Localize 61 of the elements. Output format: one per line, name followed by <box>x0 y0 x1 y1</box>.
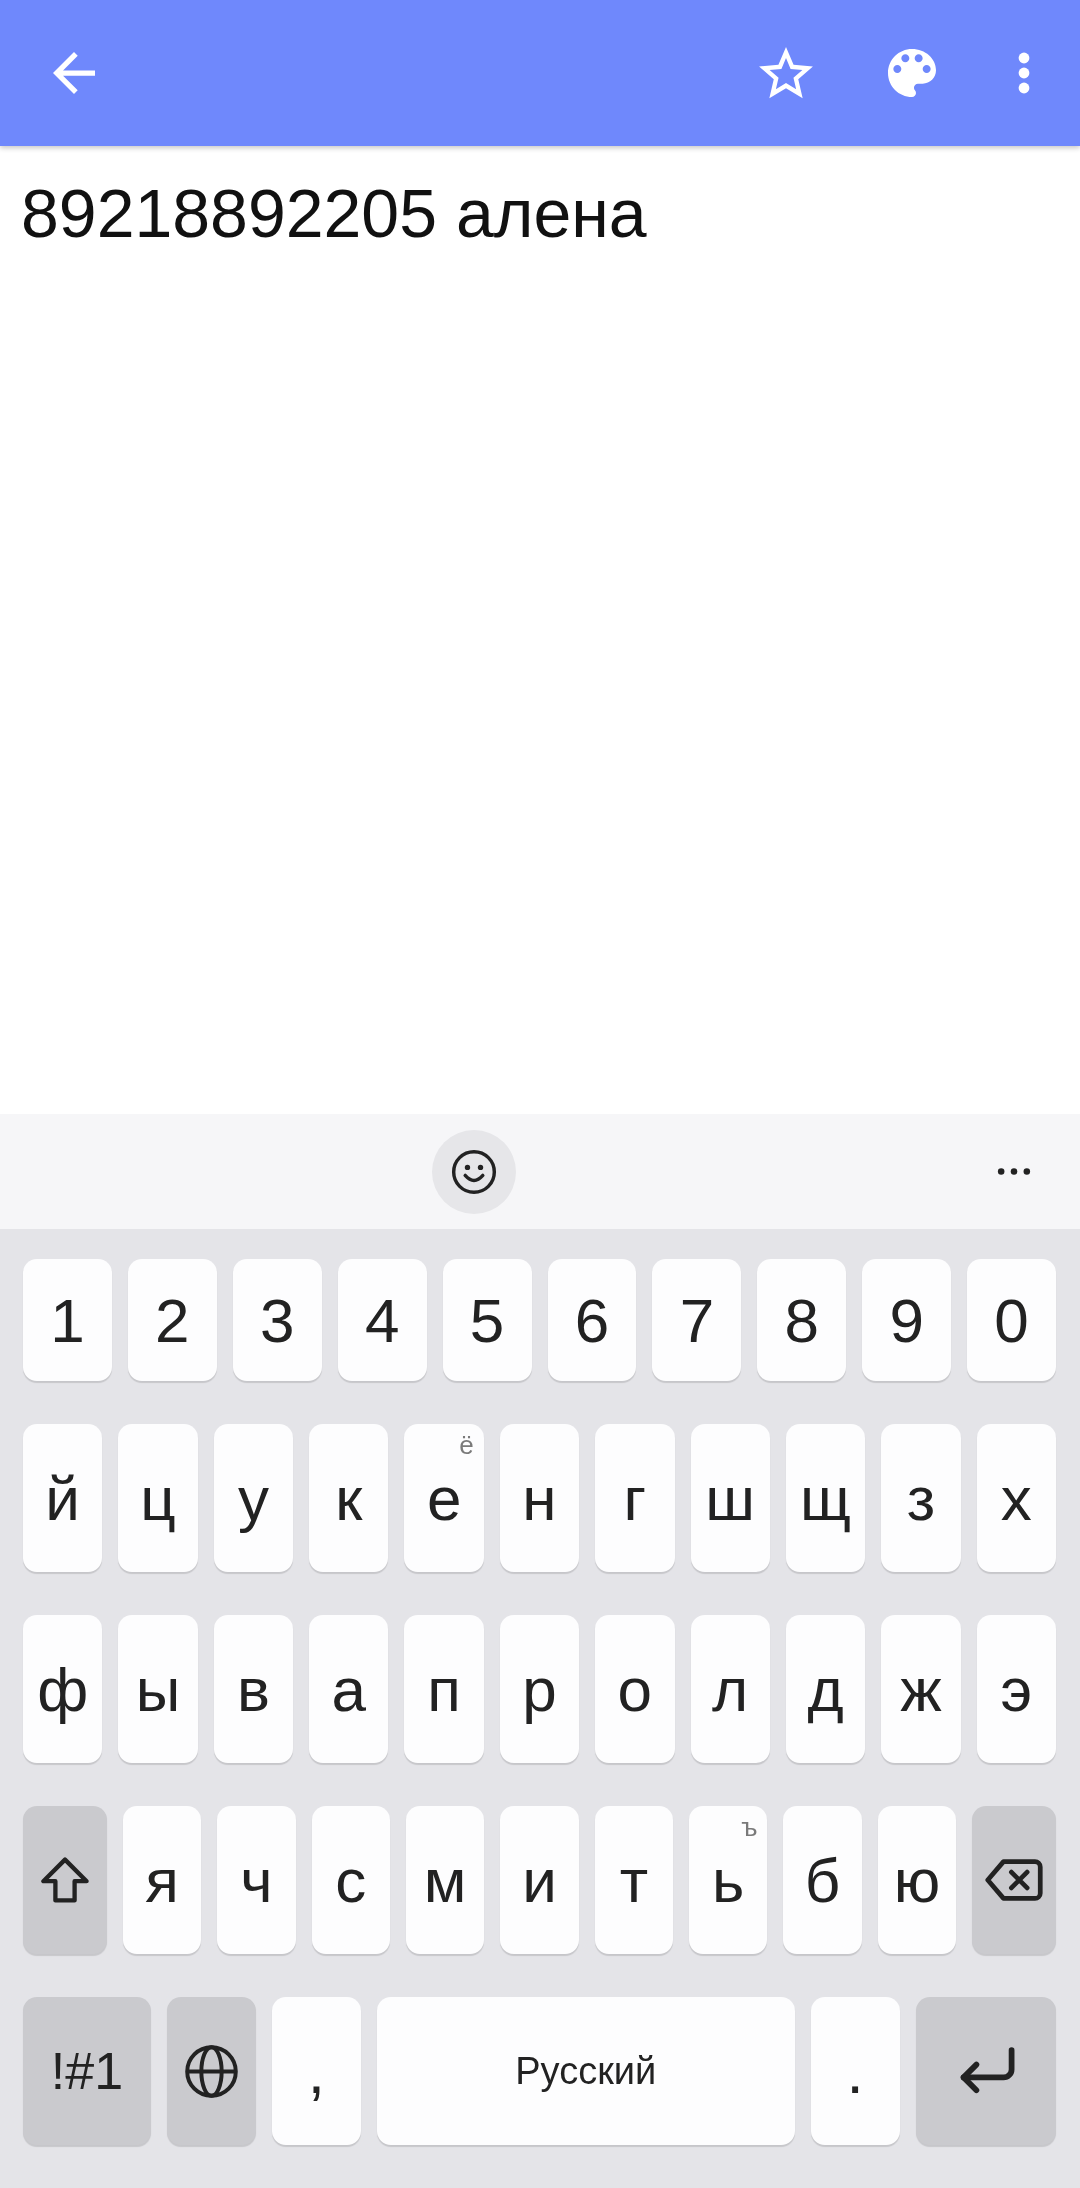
keyboard-key[interactable]: з <box>881 1424 961 1572</box>
smiley-icon <box>451 1149 497 1195</box>
keyboard-key[interactable]: а <box>309 1615 389 1763</box>
keyboard-key[interactable]: ё е <box>404 1424 484 1572</box>
keyboard-key[interactable]: н <box>499 1424 580 1572</box>
keyboard-key[interactable]: 3 <box>232 1259 322 1381</box>
keyboard-key[interactable]: б <box>783 1806 862 1954</box>
palette-icon[interactable] <box>888 49 936 97</box>
keyboard-key[interactable]: х <box>976 1424 1056 1572</box>
keyboard-key[interactable]: 7 <box>652 1259 742 1381</box>
keyboard-key[interactable]: я <box>122 1806 202 1954</box>
keyboard-key[interactable]: в <box>213 1615 294 1763</box>
backspace-icon <box>985 1859 1043 1901</box>
keyboard-key[interactable]: ж <box>881 1615 961 1763</box>
star-icon[interactable] <box>759 47 813 99</box>
keyboard-key[interactable]: с <box>311 1806 390 1954</box>
keyboard-key[interactable]: м <box>405 1806 485 1954</box>
alternate-letter: ъ <box>741 1814 758 1840</box>
three-dots-icon[interactable] <box>997 1168 1031 1175</box>
keyboard-key[interactable]: 1 <box>23 1259 112 1381</box>
backspace-key[interactable] <box>972 1806 1056 1954</box>
keyboard-key[interactable]: 5 <box>442 1259 532 1381</box>
keyboard-key[interactable]: ш <box>690 1424 770 1572</box>
keyboard-key[interactable]: и <box>500 1806 579 1954</box>
keyboard-key[interactable]: 0 <box>967 1259 1057 1381</box>
keyboard-key[interactable]: р <box>499 1615 580 1763</box>
keyboard-key[interactable]: л <box>690 1615 770 1763</box>
keyboard-key[interactable]: ю <box>877 1806 957 1954</box>
keyboard-key[interactable]: ы <box>118 1615 198 1763</box>
enter-key[interactable] <box>915 1997 1056 2145</box>
keyboard-key[interactable]: ф <box>23 1615 103 1763</box>
keyboard-key[interactable]: 9 <box>862 1259 952 1381</box>
keyboard-key[interactable]: о <box>595 1615 675 1763</box>
keyboard-key[interactable]: 4 <box>337 1259 427 1381</box>
keyboard-key[interactable]: ц <box>118 1424 198 1572</box>
keyboard-key[interactable]: щ <box>785 1424 866 1572</box>
keyboard-key[interactable]: ч <box>217 1806 296 1954</box>
space-key[interactable]: Русский <box>376 1997 795 2145</box>
three-dots-icon[interactable] <box>1018 52 1030 94</box>
keyboard-key[interactable]: . <box>810 1997 900 2145</box>
keyboard-key[interactable]: к <box>309 1424 389 1572</box>
keyboard-key[interactable]: , <box>271 1997 361 2145</box>
arrow-left-icon[interactable] <box>53 52 95 94</box>
symbols-key[interactable]: !#1 <box>23 1997 151 2145</box>
shift-key[interactable] <box>23 1806 107 1954</box>
keyboard-key[interactable]: й <box>23 1424 103 1572</box>
keyboard-key[interactable]: д <box>785 1615 866 1763</box>
keyboard-key[interactable]: г <box>595 1424 675 1572</box>
keyboard-key[interactable]: п <box>404 1615 484 1763</box>
keyboard-key[interactable]: 2 <box>127 1259 217 1381</box>
shift-arrow-icon <box>40 1857 89 1903</box>
keyboard-key[interactable]: 8 <box>757 1259 847 1381</box>
globe-icon <box>184 2044 238 2098</box>
keyboard-key[interactable]: ъ ь <box>689 1806 768 1954</box>
keyboard-key[interactable]: 6 <box>547 1259 637 1381</box>
alternate-letter: ё <box>459 1432 474 1458</box>
note-text[interactable]: 89218892205 алена <box>21 173 647 255</box>
keyboard-key[interactable]: у <box>213 1424 294 1572</box>
language-key[interactable] <box>167 1997 256 2145</box>
keyboard-key[interactable]: т <box>594 1806 673 1954</box>
keyboard-key[interactable]: э <box>976 1615 1056 1763</box>
